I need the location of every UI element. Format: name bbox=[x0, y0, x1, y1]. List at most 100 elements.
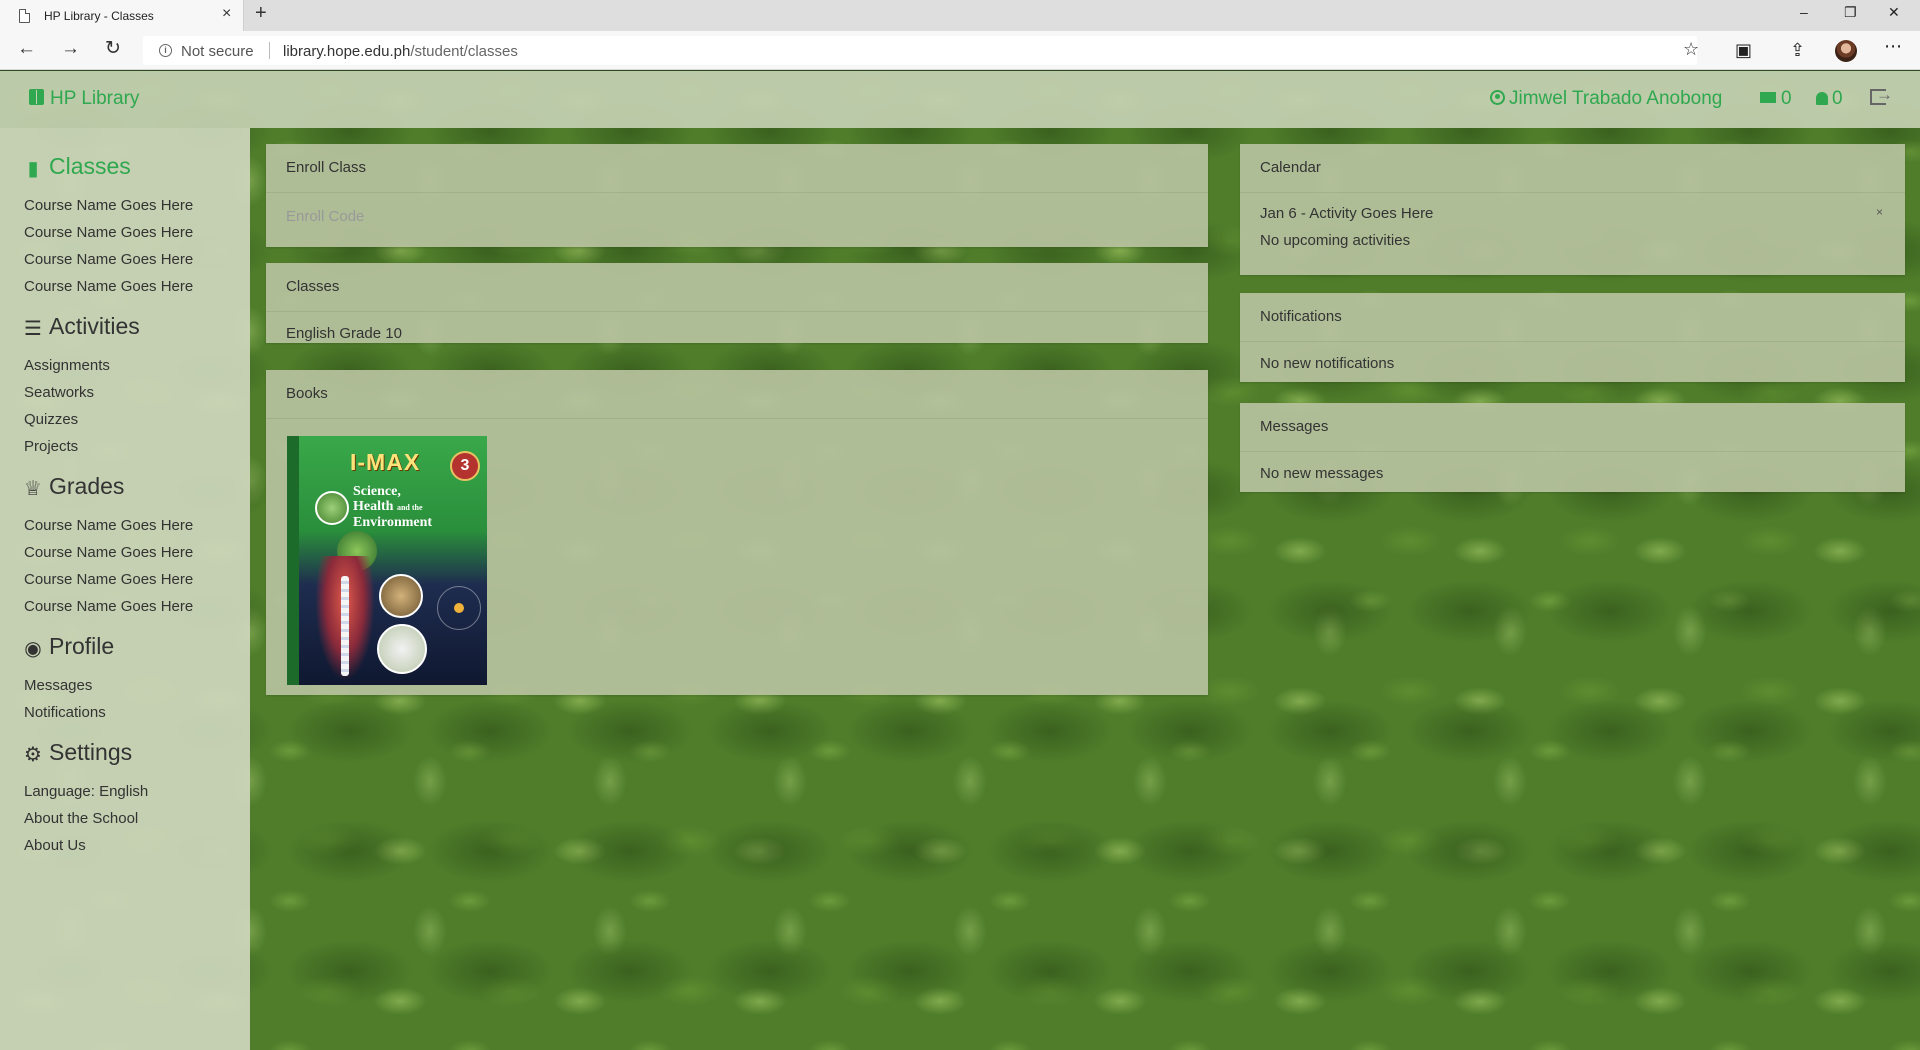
calendar-panel: Calendar Jan 6 - Activity Goes Here No u… bbox=[1240, 144, 1905, 275]
enroll-panel-body bbox=[266, 193, 1208, 238]
sidebar-item-course[interactable]: Course Name Goes Here bbox=[24, 251, 193, 268]
browser-tab[interactable]: HP Library - Classes × bbox=[0, 0, 244, 31]
sidebar-item-about-school[interactable]: About the School bbox=[24, 810, 138, 827]
bell-icon bbox=[1816, 92, 1828, 105]
message-count: 0 bbox=[1781, 88, 1792, 109]
book-open-icon: ▮ bbox=[27, 158, 39, 180]
url-path: /student/classes bbox=[410, 43, 518, 60]
notifications-panel: Notifications No new notifications bbox=[1240, 293, 1905, 382]
book-subtitle-line: Environment bbox=[353, 515, 433, 530]
tab-close-button[interactable]: × bbox=[222, 5, 231, 23]
sidebar-item-quizzes[interactable]: Quizzes bbox=[24, 411, 78, 428]
sidebar-item-course[interactable]: Course Name Goes Here bbox=[24, 224, 193, 241]
reading-view-icon[interactable]: ▣ bbox=[1735, 40, 1752, 61]
sidebar-heading-classes[interactable]: ▮ Classes bbox=[23, 153, 131, 180]
star-icon[interactable]: ☆ bbox=[1683, 39, 1699, 60]
more-icon[interactable]: ⋯ bbox=[1884, 36, 1902, 57]
book-subtitle-line: Science, bbox=[353, 484, 401, 499]
sidebar-item-notifications[interactable]: Notifications bbox=[24, 704, 106, 721]
sidebar-item-course[interactable]: Course Name Goes Here bbox=[24, 278, 193, 295]
browser-tab-bar: HP Library - Classes × + – ❐ ✕ bbox=[0, 0, 1920, 31]
user-icon bbox=[1490, 90, 1505, 105]
logout-icon[interactable] bbox=[1870, 85, 1893, 105]
enroll-panel-title: Enroll Class bbox=[266, 144, 1208, 193]
calendar-empty-text: No upcoming activities bbox=[1260, 232, 1411, 249]
notifications-link[interactable]: 0 bbox=[1816, 88, 1843, 110]
calendar-event[interactable]: Jan 6 - Activity Goes Here bbox=[1260, 200, 1885, 227]
sidebar-item-messages[interactable]: Messages bbox=[24, 677, 92, 694]
brand-link[interactable]: HP Library bbox=[29, 88, 139, 110]
messages-panel-title: Messages bbox=[1240, 403, 1905, 452]
sidebar-item-seatworks[interactable]: Seatworks bbox=[24, 384, 94, 401]
not-secure-label[interactable]: Not secure bbox=[181, 43, 254, 60]
solar-system-image bbox=[437, 586, 481, 630]
sidebar-item-course[interactable]: Course Name Goes Here bbox=[24, 197, 193, 214]
messages-link[interactable]: 0 bbox=[1760, 88, 1792, 110]
sidebar-item-language[interactable]: Language: English bbox=[24, 783, 148, 800]
messages-empty-text: No new messages bbox=[1260, 465, 1384, 482]
gear-icon: ⚙ bbox=[24, 744, 42, 766]
tab-title: HP Library - Classes bbox=[44, 9, 154, 23]
classes-panel: Classes English Grade 10 bbox=[266, 263, 1208, 343]
notifications-panel-title: Notifications bbox=[1240, 293, 1905, 342]
sidebar-heading-grades[interactable]: ♕ Grades bbox=[23, 473, 124, 500]
sidebar-item-projects[interactable]: Projects bbox=[24, 438, 78, 455]
restore-icon[interactable]: ❐ bbox=[1844, 4, 1857, 21]
user-link[interactable]: Jimwel Trabado Anobong bbox=[1490, 88, 1722, 110]
user-name: Jimwel Trabado Anobong bbox=[1509, 88, 1723, 109]
book-spine-strip bbox=[287, 436, 299, 685]
window-close-icon[interactable]: ✕ bbox=[1888, 4, 1900, 21]
top-navbar: HP Library Jimwel Trabado Anobong 0 0 bbox=[0, 71, 1920, 128]
info-icon[interactable]: i bbox=[159, 44, 172, 57]
address-bar: ← → ↻ i Not secure library.hope.edu.ph/s… bbox=[0, 31, 1920, 70]
page-icon bbox=[19, 9, 30, 23]
book-cover[interactable]: I-MAX 3 Science, Health and the Environm… bbox=[287, 436, 487, 685]
profile-avatar[interactable] bbox=[1835, 40, 1857, 62]
trophy-icon: ♕ bbox=[24, 478, 42, 500]
insect-circle-image bbox=[379, 574, 423, 618]
url-field[interactable]: i Not secure library.hope.edu.ph/student… bbox=[143, 36, 1697, 65]
url-host: library.hope.edu.ph bbox=[283, 43, 411, 60]
book-subtitle-line: and the bbox=[396, 503, 423, 512]
sidebar-item-assignments[interactable]: Assignments bbox=[24, 357, 110, 374]
sidebar-item-grade-course[interactable]: Course Name Goes Here bbox=[24, 571, 193, 588]
sidebar-item-grade-course[interactable]: Course Name Goes Here bbox=[24, 544, 193, 561]
book-subtitle-line: Health bbox=[353, 499, 394, 514]
butterfly-circle-image bbox=[377, 624, 427, 674]
sidebar-item-about-us[interactable]: About Us bbox=[24, 837, 86, 854]
enroll-code-input[interactable] bbox=[286, 208, 1186, 225]
url-text[interactable]: library.hope.edu.ph/student/classes bbox=[283, 43, 518, 60]
close-icon[interactable]: × bbox=[1876, 205, 1883, 219]
refresh-icon[interactable]: ↻ bbox=[105, 39, 121, 59]
forward-icon[interactable]: → bbox=[61, 39, 80, 59]
page: HP Library Jimwel Trabado Anobong 0 0 ▮ C… bbox=[0, 71, 1920, 1050]
notification-count: 0 bbox=[1832, 88, 1843, 109]
sidebar-heading-profile[interactable]: ◉ Profile bbox=[23, 633, 114, 660]
back-icon[interactable]: ← bbox=[17, 39, 36, 59]
sidebar-heading-label: Grades bbox=[49, 473, 125, 499]
envelope-icon bbox=[1760, 92, 1776, 103]
enroll-panel: Enroll Class bbox=[266, 144, 1208, 247]
brand-label: HP Library bbox=[50, 88, 140, 109]
sidebar-heading-settings[interactable]: ⚙ Settings bbox=[23, 739, 132, 766]
sidebar-heading-label: Profile bbox=[49, 633, 115, 659]
sidebar-item-grade-course[interactable]: Course Name Goes Here bbox=[24, 517, 193, 534]
list-icon: ☰ bbox=[24, 318, 42, 340]
share-icon[interactable]: ⇪ bbox=[1790, 40, 1805, 61]
calendar-panel-title: Calendar bbox=[1240, 144, 1905, 193]
url-divider bbox=[269, 42, 270, 59]
sidebar-item-grade-course[interactable]: Course Name Goes Here bbox=[24, 598, 193, 615]
class-list-item[interactable]: English Grade 10 bbox=[266, 312, 1208, 355]
sidebar-heading-activities[interactable]: ☰ Activities bbox=[23, 313, 140, 340]
messages-panel: Messages No new messages bbox=[1240, 403, 1905, 492]
sidebar-heading-label: Classes bbox=[49, 153, 131, 179]
minimize-icon[interactable]: – bbox=[1800, 4, 1808, 20]
recycle-circle-image bbox=[315, 491, 349, 525]
spine-image bbox=[341, 576, 349, 676]
classes-panel-title: Classes bbox=[266, 263, 1208, 312]
new-tab-button[interactable]: + bbox=[255, 2, 267, 25]
books-panel: Books I-MAX 3 Science, Health and the En… bbox=[266, 370, 1208, 695]
user-circle-icon: ◉ bbox=[24, 638, 42, 660]
book-grade-badge: 3 bbox=[450, 451, 480, 481]
book-subtitle: Science, Health and the Environment bbox=[353, 484, 432, 530]
